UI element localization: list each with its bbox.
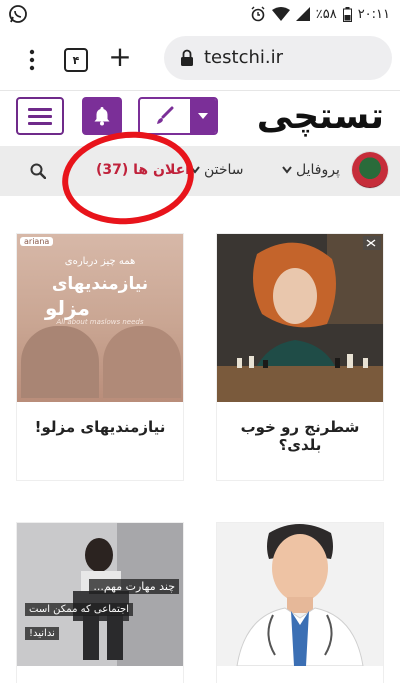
image-line: ندانید! <box>25 627 59 640</box>
test-card[interactable]: ariana همه چیز درباره‌ی نیازمندیهای مزلو… <box>17 234 183 480</box>
image-line: All about maslows needs <box>56 318 144 326</box>
whatsapp-icon <box>9 5 27 23</box>
hamburger-menu-button[interactable] <box>16 97 64 135</box>
battery-icon <box>342 6 352 22</box>
nav-profile-label: پروفایل <box>296 162 340 178</box>
url-text: testchi.ir <box>204 47 283 68</box>
annotation-circle <box>57 125 199 231</box>
chess-player-illustration <box>217 234 383 402</box>
nav-build[interactable]: ساختن <box>190 162 244 178</box>
tab-switcher-icon[interactable]: ۴ <box>64 48 88 72</box>
card-image: ariana همه چیز درباره‌ی نیازمندیهای مزلو… <box>17 234 183 402</box>
site-logo[interactable]: تستچی <box>257 96 385 138</box>
address-bar[interactable]: testchi.ir <box>164 36 392 80</box>
caret-down-icon <box>198 113 208 119</box>
card-image <box>217 523 383 666</box>
wifi-icon <box>271 7 290 21</box>
image-line: مزلو <box>45 296 90 320</box>
avatar[interactable] <box>352 152 388 188</box>
image-line: چند مهارت مهم... <box>89 579 179 594</box>
image-photo-left <box>21 326 99 398</box>
alarm-icon <box>251 6 265 22</box>
image-photo-right <box>103 326 181 398</box>
tab-count: ۴ <box>72 53 80 67</box>
kebab-menu-icon[interactable] <box>24 49 40 71</box>
status-bar: ٪۵۸ ۲۰:۱۱ <box>0 0 400 28</box>
card-image: چند مهارت مهم... اجتماعی که ممکن است ندا… <box>17 523 183 666</box>
paint-brush-icon <box>157 106 174 124</box>
nav-build-label: ساختن <box>204 162 244 178</box>
battery-percent: ٪۵۸ <box>315 6 337 22</box>
notifications-button[interactable] <box>82 97 122 135</box>
image-line: نیازمندیهای <box>51 274 149 294</box>
image-line: همه چیز درباره‌ی <box>64 256 136 267</box>
bell-icon <box>94 107 110 126</box>
lock-icon <box>181 49 193 66</box>
toolbar-divider <box>0 90 400 91</box>
create-test-button[interactable] <box>138 97 218 135</box>
image-badge: ariana <box>20 237 54 246</box>
status-right: ٪۵۸ ۲۰:۱۱ <box>250 5 390 23</box>
chevron-down-icon <box>282 166 292 174</box>
clock: ۲۰:۱۱ <box>357 6 390 22</box>
card-title: شطرنج رو خوب بلدی؟ <box>240 418 360 454</box>
card-image <box>217 234 383 402</box>
card-title: نیازمندیهای مزلو! <box>34 418 166 436</box>
new-tab-icon[interactable]: + <box>108 43 132 72</box>
image-line: اجتماعی که ممکن است <box>25 603 134 616</box>
nav-profile[interactable]: پروفایل <box>282 162 340 178</box>
test-card[interactable] <box>217 523 383 683</box>
selfie-illustration <box>17 523 183 666</box>
test-card[interactable]: چند مهارت مهم... اجتماعی که ممکن است ندا… <box>17 523 183 683</box>
doctor-illustration <box>217 523 383 666</box>
test-card[interactable]: شطرنج رو خوب بلدی؟ <box>217 234 383 480</box>
signal-icon <box>295 7 310 21</box>
search-icon[interactable] <box>30 163 46 179</box>
create-dropdown-toggle[interactable] <box>190 99 216 133</box>
